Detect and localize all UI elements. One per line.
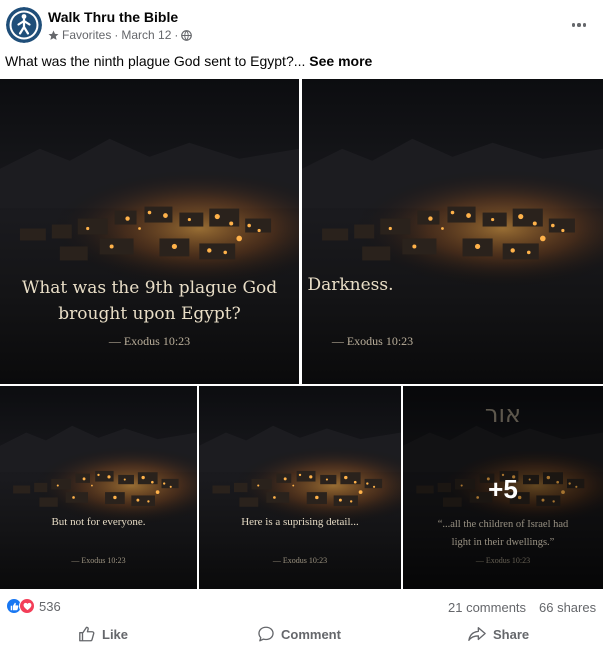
more-photos-count[interactable]: +5 xyxy=(403,474,603,505)
comment-icon xyxy=(258,626,274,642)
photo-tile-1[interactable]: What was the 9th plague God brought upon… xyxy=(0,79,299,384)
post-meta: Favorites · March 12 · xyxy=(48,28,193,42)
tile-3-reference: — Exodus 10:23 xyxy=(71,556,126,565)
love-reaction-icon xyxy=(19,598,35,614)
caption-text: What was the ninth plague God sent to Eg… xyxy=(5,53,306,69)
post-date[interactable]: March 12 xyxy=(121,28,171,42)
post-caption: What was the ninth plague God sent to Eg… xyxy=(5,53,372,69)
post-stats: 536 21 comments 66 shares xyxy=(0,594,603,618)
audience-label[interactable]: Favorites xyxy=(62,28,111,42)
globe-icon xyxy=(181,29,193,41)
like-button[interactable]: Like xyxy=(78,622,128,646)
photo-tile-2[interactable]: Darkness. — Exodus 10:23 xyxy=(302,79,603,384)
post-header: Walk Thru the Bible Favorites · March 12… xyxy=(0,0,603,50)
shares-count-link[interactable]: 66 shares xyxy=(539,600,596,615)
share-icon xyxy=(468,627,486,641)
comment-label: Comment xyxy=(281,626,341,642)
reaction-count: 536 xyxy=(39,598,61,614)
tile-2-reference: — Exodus 10:23 xyxy=(331,334,414,348)
comments-count-link[interactable]: 21 comments xyxy=(448,600,526,615)
star-icon xyxy=(48,30,59,40)
tile-4-line-1: Here is a suprising detail... xyxy=(241,516,359,528)
photo-tile-5[interactable]: אור “...all the children of Israel had l… xyxy=(403,386,603,589)
reactions-summary[interactable]: 536 xyxy=(6,598,61,614)
meta-separator-2: · xyxy=(174,28,179,42)
post-actions: Like Comment Share xyxy=(0,620,603,648)
tile-1-reference: — Exodus 10:23 xyxy=(108,334,191,348)
thumbs-up-icon xyxy=(79,626,95,642)
like-label: Like xyxy=(102,626,129,642)
tile-3-line-1: But not for everyone. xyxy=(51,516,146,528)
tile-4-reference: — Exodus 10:23 xyxy=(272,556,328,565)
share-button[interactable]: Share xyxy=(467,622,529,646)
photo-tile-4[interactable]: Here is a suprising detail... — Exodus 1… xyxy=(199,386,401,589)
tile-1-line-1: What was the 9th plague God xyxy=(21,278,278,298)
page-name-link[interactable]: Walk Thru the Bible xyxy=(48,9,178,25)
share-label: Share xyxy=(493,626,530,642)
tile-1-line-2: brought upon Egypt? xyxy=(58,304,241,324)
photo-tile-3[interactable]: But not for everyone. — Exodus 10:23 xyxy=(0,386,197,589)
comment-button[interactable]: Comment xyxy=(257,622,341,646)
walk-thru-logo-icon[interactable] xyxy=(6,7,42,43)
more-dots-icon[interactable] xyxy=(566,14,592,36)
meta-separator: · xyxy=(114,28,119,42)
see-more-link[interactable]: See more xyxy=(309,53,372,69)
tile-2-line-1: Darkness. xyxy=(307,275,394,295)
